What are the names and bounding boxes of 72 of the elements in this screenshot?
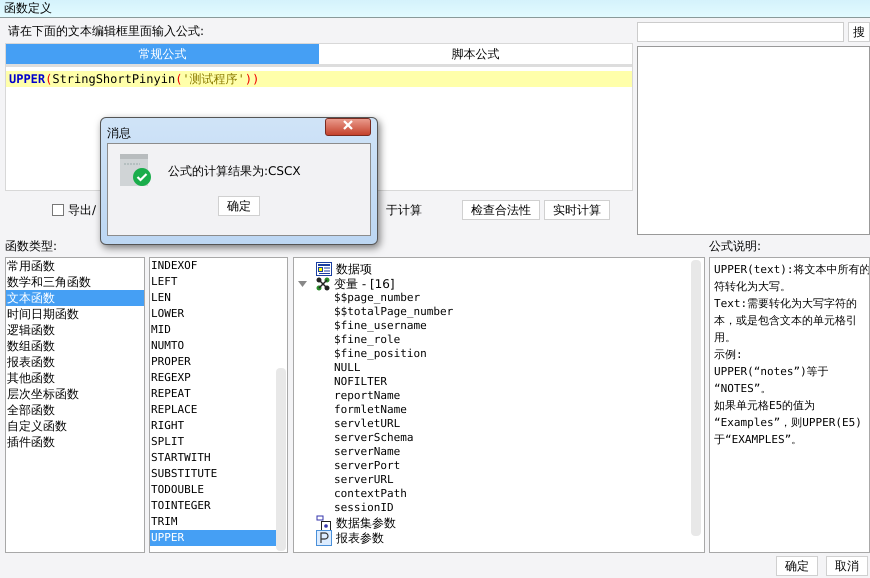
success-icon xyxy=(120,154,152,187)
prompt-label: 请在下面的文本编辑框里面输入公式: xyxy=(7,23,206,40)
tree-item[interactable]: serverPort xyxy=(334,459,400,473)
category-item[interactable]: 时间日期函数 xyxy=(6,306,144,322)
tree-item[interactable]: contextPath xyxy=(334,487,407,501)
dialog-title: 消息 xyxy=(107,125,131,142)
function-item[interactable]: TOINTEGER xyxy=(150,498,276,514)
category-heading: 函数类型: xyxy=(5,239,58,253)
function-item[interactable]: TODOUBLE xyxy=(150,482,276,498)
footer-button[interactable]: 取消 xyxy=(826,556,868,576)
category-item[interactable]: 插件函数 xyxy=(6,434,144,450)
function-item[interactable]: PROPER xyxy=(150,354,276,370)
expand-arrow-icon[interactable] xyxy=(298,280,307,286)
tree-item[interactable]: $fine_username xyxy=(334,319,427,333)
tree-item[interactable]: serverSchema xyxy=(334,431,414,445)
tree-item[interactable]: $$totalPage_number xyxy=(334,305,454,319)
ok-button[interactable]: 确定 xyxy=(218,196,260,216)
function-item[interactable]: INDEXOF xyxy=(150,258,276,274)
description-heading: 公式说明: xyxy=(709,239,762,253)
tree-item[interactable]: sessionID xyxy=(334,501,394,515)
function-item[interactable]: TRIM xyxy=(150,514,276,530)
function-item[interactable]: LOWER xyxy=(150,306,276,322)
action-button[interactable]: 检查合法性 xyxy=(462,200,540,220)
dialog-message: 公式的计算结果为:CSCX xyxy=(168,162,301,180)
category-item[interactable]: 逻辑函数 xyxy=(6,322,144,338)
window-title: 函数定义 xyxy=(4,1,52,15)
tree-item[interactable]: 报表参数 xyxy=(336,530,384,544)
category-item[interactable]: 数学和三角函数 xyxy=(6,274,144,290)
search-field[interactable] xyxy=(637,22,844,42)
checkbox[interactable] xyxy=(52,204,64,216)
category-item[interactable]: 层次坐标函数 xyxy=(6,386,144,402)
option-label: 于计算 xyxy=(386,202,422,219)
category-item[interactable]: 全部函数 xyxy=(6,402,144,418)
function-item[interactable]: REGEXP xyxy=(150,370,276,386)
tree-item[interactable]: 数据集参数 xyxy=(336,516,396,530)
function-item[interactable]: MID xyxy=(150,322,276,338)
action-button[interactable]: 实时计算 xyxy=(544,200,610,220)
tree-item[interactable]: formletName xyxy=(334,403,407,417)
function-item[interactable]: NUMTO xyxy=(150,338,276,354)
function-item[interactable]: REPLACE xyxy=(150,402,276,418)
tree-item[interactable]: NOFILTER xyxy=(334,375,387,389)
function-item[interactable]: LEFT xyxy=(150,274,276,290)
tree-item[interactable]: 数据项 xyxy=(336,262,372,276)
tree-item[interactable]: serverName xyxy=(334,445,400,459)
function-item[interactable]: REPEAT xyxy=(150,386,276,402)
category-item[interactable]: 其他函数 xyxy=(6,370,144,386)
function-item[interactable]: SUBSTITUTE xyxy=(150,466,276,482)
tree-item[interactable]: servletURL xyxy=(334,417,400,431)
category-item[interactable]: 自定义函数 xyxy=(6,418,144,434)
tree-item[interactable]: serverURL xyxy=(334,473,394,487)
checkbox-label: 导出/ xyxy=(68,202,96,219)
function-item[interactable]: STARTWITH xyxy=(150,450,276,466)
function-item[interactable]: LEN xyxy=(150,290,276,306)
close-icon xyxy=(343,120,353,130)
tree-item[interactable]: $$page_number xyxy=(334,291,420,305)
function-item[interactable]: RIGHT xyxy=(150,418,276,434)
variables-icon xyxy=(316,276,330,290)
category-item[interactable]: 常用函数 xyxy=(6,258,144,274)
tree-item[interactable]: 变量 - [16] xyxy=(334,276,395,290)
tree-item[interactable]: $fine_role xyxy=(334,333,400,347)
category-item[interactable]: 数组函数 xyxy=(6,338,144,354)
tree-item[interactable]: NULL xyxy=(334,361,360,375)
close-button[interactable] xyxy=(325,118,371,136)
tree-item[interactable]: reportName xyxy=(334,389,400,403)
function-item[interactable]: SPLIT xyxy=(150,434,276,450)
category-item[interactable]: 报表函数 xyxy=(6,354,144,370)
footer-button[interactable]: 确定 xyxy=(776,556,818,576)
scrollbar[interactable] xyxy=(276,368,286,551)
parameter-icon xyxy=(316,530,332,546)
tree-item[interactable]: $fine_position xyxy=(334,347,427,361)
search-button[interactable]: 搜 xyxy=(848,22,870,42)
data-item-icon xyxy=(316,262,332,276)
